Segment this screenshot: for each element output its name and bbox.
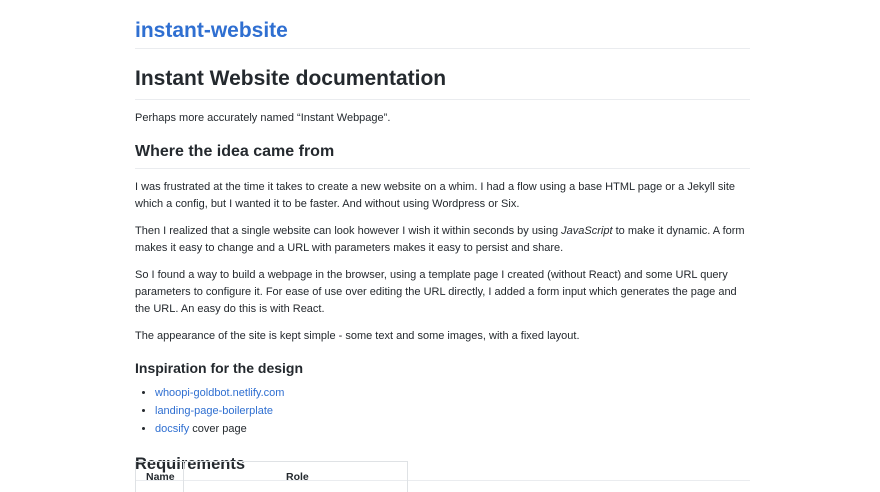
- requirements-table: Name Role: [135, 461, 408, 492]
- link-whoopi-goldbot[interactable]: whoopi-goldbot.netlify.com: [155, 387, 284, 399]
- paragraph-realized: Then I realized that a single website ca…: [135, 223, 750, 257]
- table-header-name-cell: Name: [136, 462, 184, 492]
- list-item: docsify cover page: [155, 420, 750, 438]
- javascript-emphasis: JavaScript: [561, 225, 613, 237]
- paragraph-found-way: So I found a way to build a webpage in t…: [135, 269, 737, 315]
- docsify-suffix: cover page: [189, 423, 247, 435]
- intro-text: Perhaps more accurately named “Instant W…: [135, 112, 391, 124]
- site-title-link[interactable]: instant-website: [135, 19, 288, 43]
- paragraph-frustrated: I was frustrated at the time it takes to…: [135, 181, 735, 210]
- heading-where-idea: Where the idea came from: [135, 142, 750, 169]
- list-item: whoopi-goldbot.netlify.com: [155, 384, 750, 402]
- link-docsify[interactable]: docsify: [155, 423, 189, 435]
- heading-inspiration: Inspiration for the design: [135, 360, 304, 376]
- paragraph-realized-before: Then I realized that a single website ca…: [135, 225, 562, 237]
- table-header-role: Role: [286, 471, 309, 483]
- content-column: instant-website Instant Website document…: [135, 0, 750, 481]
- page-title: Instant Website documentation: [135, 65, 750, 100]
- page: instant-website Instant Website document…: [0, 0, 880, 492]
- list-item: landing-page-boilerplate: [155, 402, 750, 420]
- site-header: instant-website: [135, 0, 750, 49]
- paragraph-appearance: The appearance of the site is kept simpl…: [135, 330, 580, 342]
- table-header-name: Name: [146, 471, 175, 483]
- link-landing-page-boilerplate[interactable]: landing-page-boilerplate: [155, 405, 273, 417]
- inspiration-list: whoopi-goldbot.netlify.com landing-page-…: [135, 384, 750, 438]
